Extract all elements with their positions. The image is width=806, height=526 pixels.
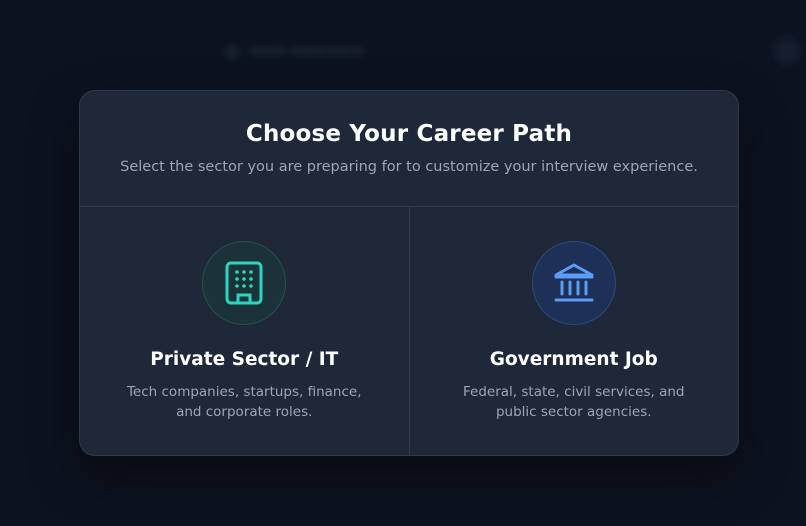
option-title: Government Job [489, 349, 658, 370]
option-government-job[interactable]: Government Job Federal, state, civil ser… [408, 207, 739, 454]
option-title: Private Sector / IT [150, 349, 339, 370]
career-options: Private Sector / IT Tech companies, star… [80, 207, 738, 454]
modal-header: Choose Your Career Path Select the secto… [80, 91, 738, 207]
private-icon-circle [202, 241, 287, 325]
modal-subtitle: Select the sector you are preparing for … [120, 159, 698, 175]
building-icon [225, 261, 263, 305]
option-description: Federal, state, civil services, and publ… [463, 384, 685, 420]
career-path-modal: Choose Your Career Path Select the secto… [79, 90, 739, 456]
government-icon-circle [531, 241, 616, 325]
modal-title: Choose Your Career Path [245, 121, 573, 147]
bank-icon [554, 263, 594, 302]
option-description: Tech companies, startups, finance, and c… [126, 384, 362, 420]
option-private-sector[interactable]: Private Sector / IT Tech companies, star… [80, 207, 409, 454]
